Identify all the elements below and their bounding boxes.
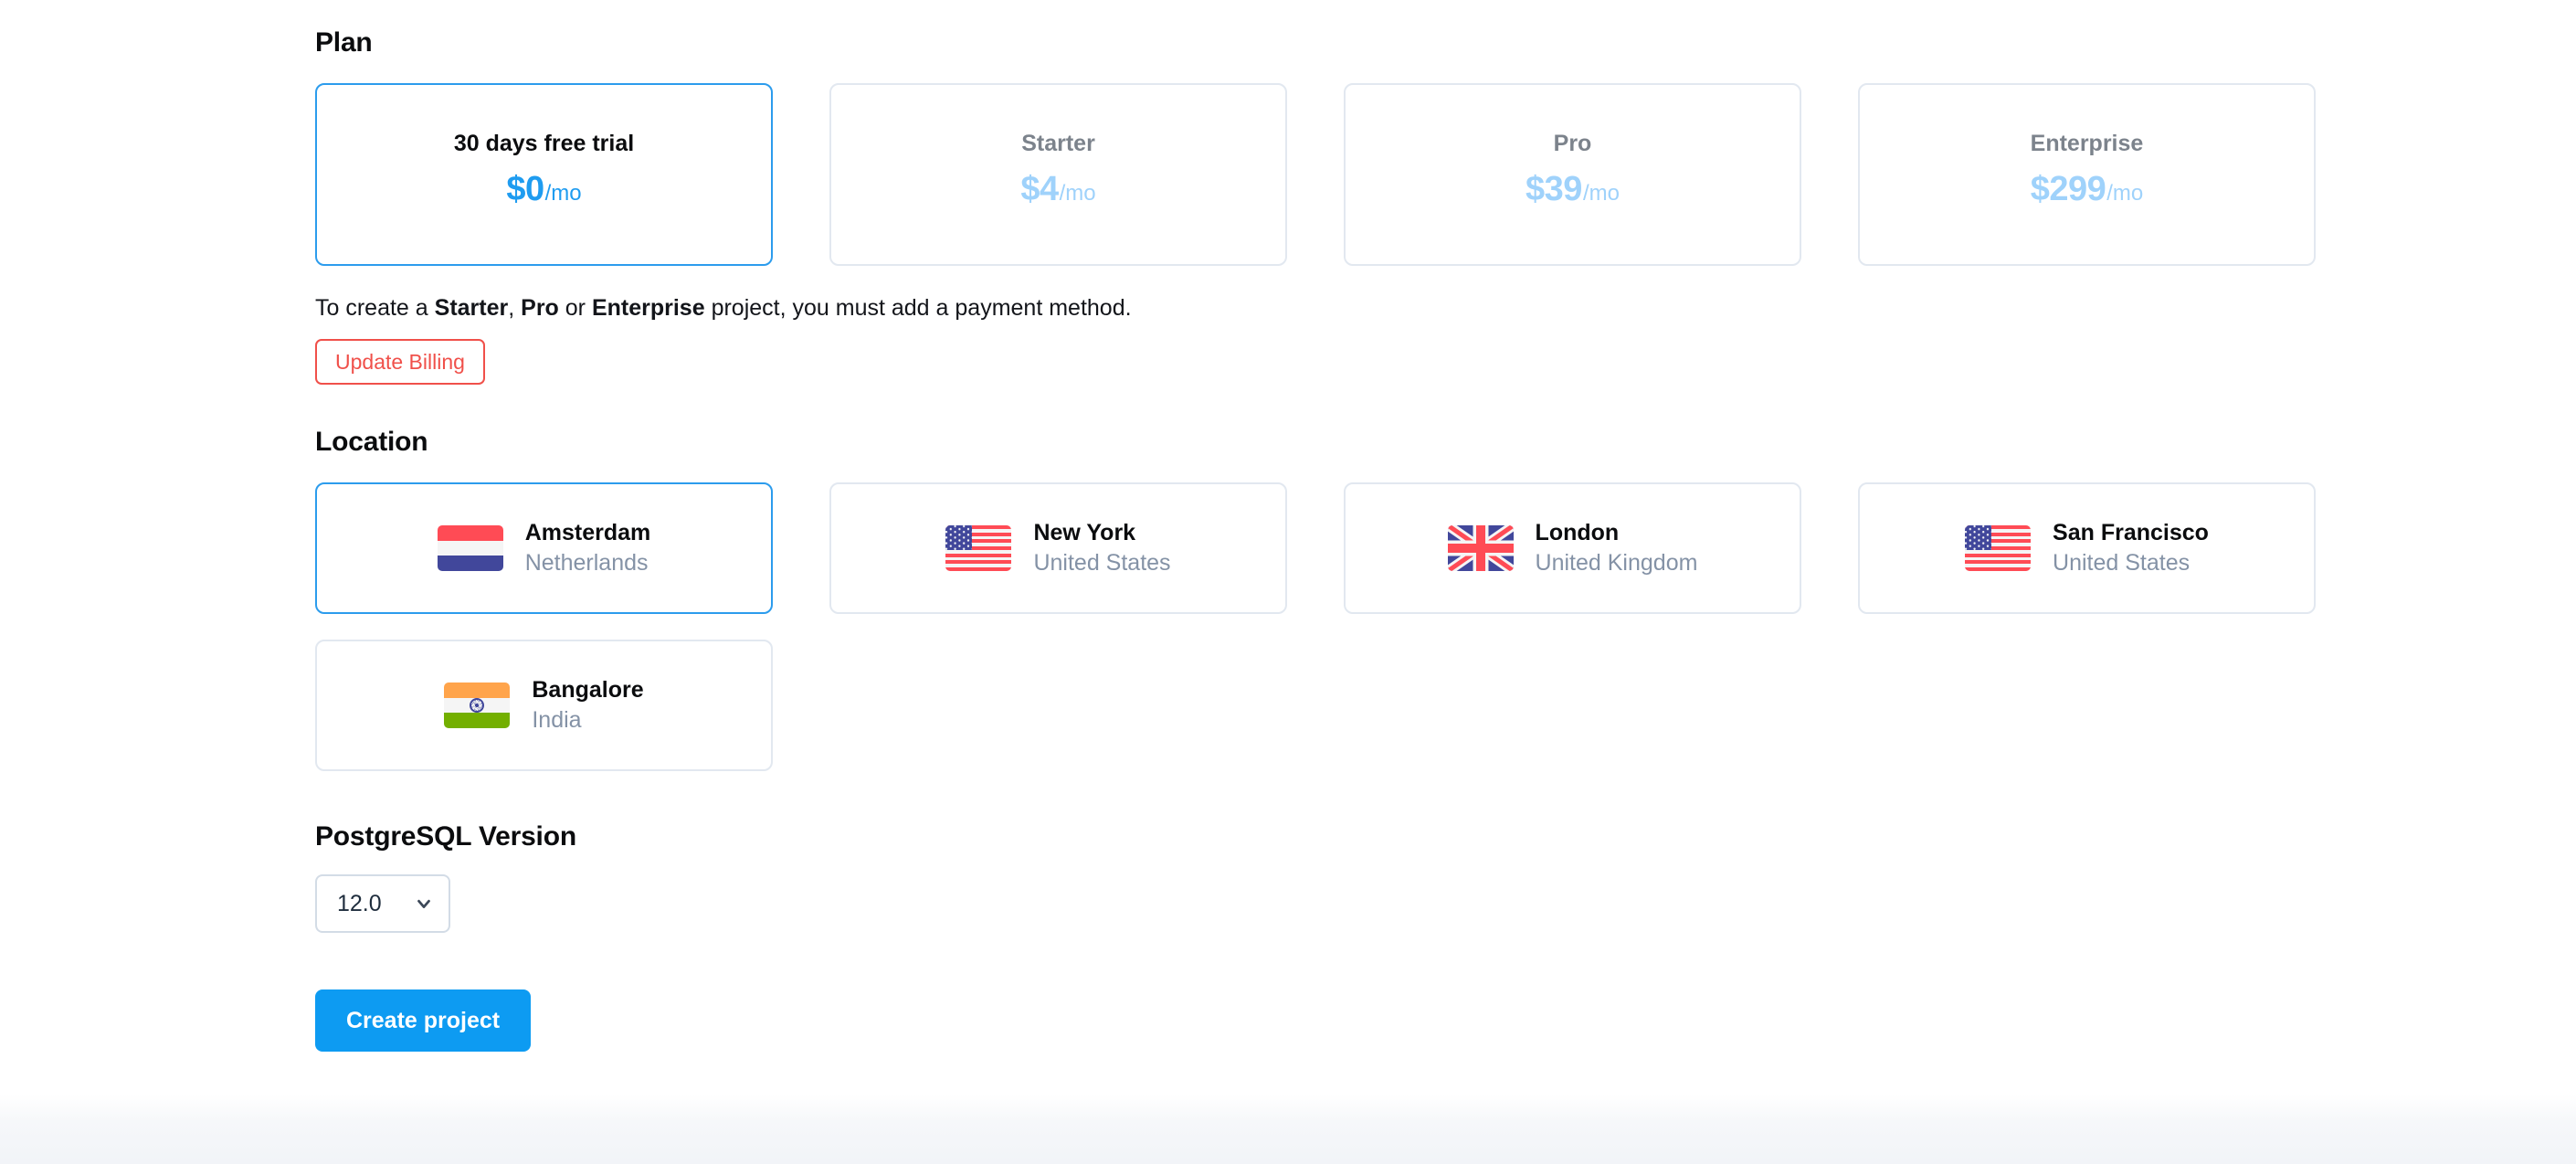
plan-card-pro[interactable]: Pro $39 /mo	[1344, 83, 1801, 266]
plan-card-period: /mo	[1059, 181, 1096, 206]
location-card-amsterdam[interactable]: Amsterdam Netherlands	[315, 482, 773, 614]
plan-options-grid: 30 days free trial $0 /mo Starter $4 /mo…	[315, 83, 2316, 266]
location-card-inner: San Francisco United States	[1965, 518, 2209, 578]
chevron-down-icon	[414, 894, 434, 914]
location-card-text: New York United States	[1033, 518, 1170, 578]
notice-plan-enterprise: Enterprise	[591, 295, 705, 321]
location-card-city: London	[1535, 520, 1620, 545]
notice-plan-starter: Starter	[434, 295, 509, 321]
plan-card-name: Pro	[1553, 131, 1592, 156]
notice-prefix: To create a	[315, 295, 435, 321]
location-card-city: Bangalore	[532, 677, 644, 703]
create-project-page: Plan 30 days free trial $0 /mo Starter $…	[0, 0, 2576, 1164]
postgres-version-value: 12.0	[337, 890, 382, 916]
location-options-grid: Amsterdam Netherlands New York United St…	[315, 482, 2316, 771]
form-content: Plan 30 days free trial $0 /mo Starter $…	[315, 0, 2316, 1052]
location-card-country: United States	[2053, 550, 2191, 576]
create-project-button[interactable]: Create project	[315, 989, 532, 1052]
netherlands-flag-icon	[437, 525, 503, 571]
plan-card-period: /mo	[544, 181, 582, 206]
location-card-text: Bangalore India	[532, 675, 643, 735]
create-project-actions: Create project	[315, 989, 2316, 1052]
location-card-san-francisco[interactable]: San Francisco United States	[1858, 482, 2316, 614]
payment-method-notice: To create a Starter, Pro or Enterprise p…	[315, 294, 2316, 322]
notice-suffix: project, you must add a payment method.	[704, 295, 1132, 321]
location-card-country: United Kingdom	[1535, 550, 1698, 576]
location-card-city: San Francisco	[2053, 520, 2209, 545]
plan-card-price: $39	[1526, 170, 1582, 208]
united-states-flag-icon	[1965, 525, 2032, 571]
location-card-inner: Amsterdam Netherlands	[437, 518, 651, 578]
location-card-inner: New York United States	[945, 518, 1171, 578]
plan-card-enterprise[interactable]: Enterprise $299 /mo	[1858, 83, 2316, 266]
plan-card-starter[interactable]: Starter $4 /mo	[829, 83, 1287, 266]
postgres-version-select[interactable]: 12.0	[315, 874, 450, 933]
location-card-new-york[interactable]: New York United States	[829, 482, 1287, 614]
plan-section-title: Plan	[315, 27, 373, 58]
location-section-title: Location	[315, 427, 428, 457]
plan-card-price-row: $4 /mo	[1020, 172, 1095, 206]
location-card-text: London United Kingdom	[1536, 518, 1698, 578]
plan-card-name: Enterprise	[2030, 131, 2144, 156]
location-card-text: San Francisco United States	[2053, 518, 2209, 578]
bottom-action-bar-band	[0, 1095, 2576, 1164]
location-card-london[interactable]: London United Kingdom	[1344, 482, 1801, 614]
plan-card-price: $299	[2030, 170, 2106, 208]
location-card-city: New York	[1033, 520, 1136, 545]
location-card-inner: London United Kingdom	[1447, 518, 1698, 578]
notice-separator-1: ,	[508, 295, 522, 321]
location-card-text: Amsterdam Netherlands	[525, 518, 651, 578]
united-states-flag-icon	[945, 525, 1012, 571]
plan-card-price-row: $0 /mo	[506, 172, 581, 206]
location-card-country: Netherlands	[524, 550, 649, 576]
plan-card-name: 30 days free trial	[453, 131, 635, 156]
plan-card-price-row: $39 /mo	[1526, 172, 1620, 206]
united-kingdom-flag-icon	[1447, 525, 1514, 571]
plan-card-price: $0	[506, 170, 544, 208]
location-card-country: United States	[1033, 550, 1171, 576]
update-billing-button[interactable]: Update Billing	[315, 339, 485, 385]
location-card-city: Amsterdam	[524, 520, 651, 545]
plan-card-price: $4	[1020, 170, 1059, 208]
location-card-inner: Bangalore India	[444, 675, 644, 735]
location-card-country: India	[532, 707, 582, 733]
notice-plan-pro: Pro	[521, 295, 559, 321]
notice-separator-2: or	[558, 295, 592, 321]
plan-card-free-trial[interactable]: 30 days free trial $0 /mo	[315, 83, 773, 266]
plan-card-name: Starter	[1021, 131, 1095, 156]
plan-card-period: /mo	[2106, 181, 2144, 206]
postgres-version-section-title: PostgreSQL Version	[315, 821, 576, 852]
plan-card-period: /mo	[1582, 181, 1620, 206]
plan-card-price-row: $299 /mo	[2031, 172, 2144, 206]
location-card-bangalore[interactable]: Bangalore India	[315, 640, 773, 771]
india-flag-icon	[444, 683, 511, 728]
